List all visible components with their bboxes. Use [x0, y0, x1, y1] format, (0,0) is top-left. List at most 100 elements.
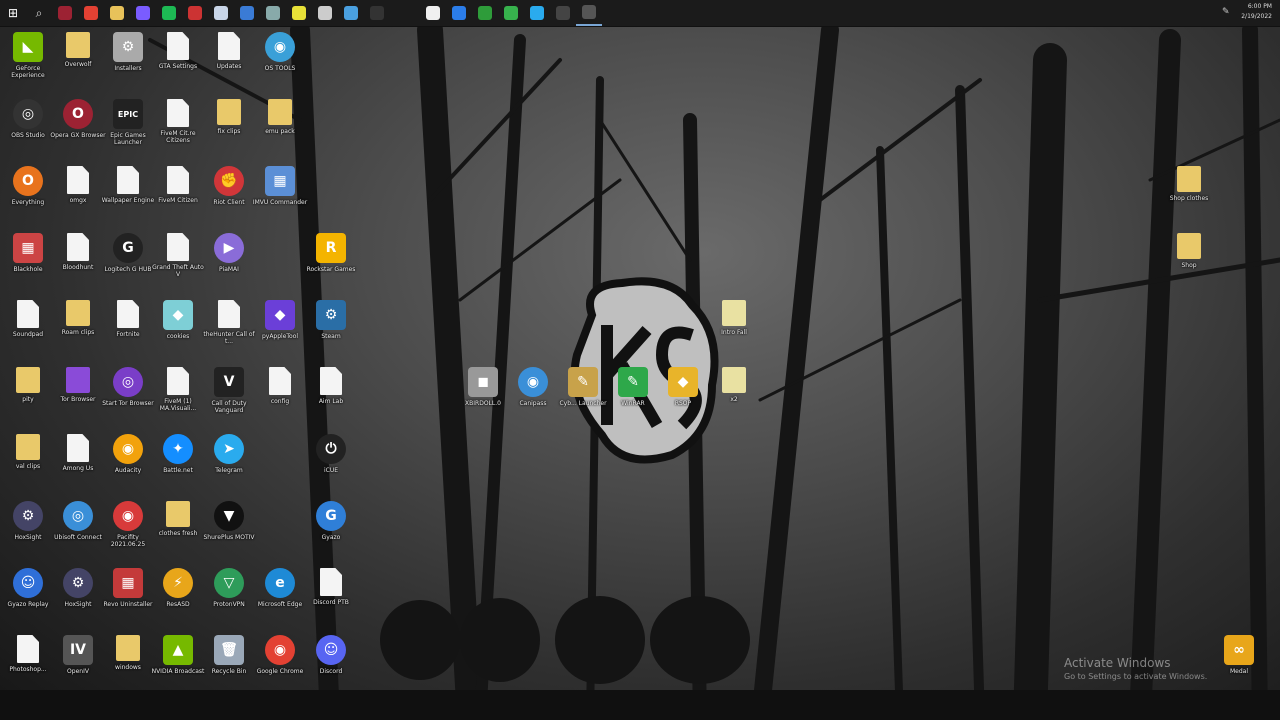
desktop-icon-roam-clips[interactable]: Roam clips [50, 298, 106, 362]
desktop-icon-emu-pack[interactable]: emu pack [252, 97, 308, 161]
taskbar-windows-start-button[interactable]: ⊞ [0, 0, 26, 26]
steam-icon [214, 6, 228, 20]
desktop-icon-aim-lab[interactable]: Aim Lab [303, 365, 359, 429]
desktop-icon-fivem-citizen[interactable]: FiveM Citizen [150, 164, 206, 228]
desktop-icon-revo-uninstaller[interactable]: ▦ Revo Uninstaller [100, 566, 156, 630]
desktop-icon-discord-ptb[interactable]: Discord PTB [303, 566, 359, 630]
desktop-icon-recycle-bin[interactable]: 🗑 Recycle Bin [201, 633, 257, 697]
desktop-icon-pyappletool[interactable]: ◆ pyAppleTool [252, 298, 308, 362]
desktop-icon-os-tools[interactable]: ◉ OS TOOLS [252, 30, 308, 94]
desktop-icon-clothes-fresh[interactable]: clothes fresh [150, 499, 206, 563]
desktop-icon-shureplus-motiv[interactable]: ▼ ShurePlus MOTIV [201, 499, 257, 563]
desktop-icon-fix-clips[interactable]: fix clips [201, 97, 257, 161]
desktop-icon-among-us[interactable]: Among Us [50, 432, 106, 496]
desktop-icon-config[interactable]: config [252, 365, 308, 429]
taskbar-app-dark-round-button[interactable] [550, 0, 576, 26]
taskbar-clock[interactable]: 6:00 PM 2/19/2022 [1241, 2, 1272, 22]
desktop-icon-medal[interactable]: ∞ Medal [1211, 633, 1267, 697]
taskbar-app-circle-button[interactable] [312, 0, 338, 26]
desktop-icon-overwolf[interactable]: Overwolf [50, 30, 106, 94]
desktop-icon-gyazo[interactable]: G Gyazo [303, 499, 359, 563]
taskbar-file-explorer-button[interactable] [104, 0, 130, 26]
taskbar-app-green-round-button[interactable] [498, 0, 524, 26]
desktop-icon-logitech-g-hub[interactable]: G Logitech G HUB [100, 231, 156, 295]
taskbar-app-triangle-button[interactable] [446, 0, 472, 26]
desktop-icon-shop[interactable]: Shop [1161, 231, 1217, 295]
desktop-icon-intro-fall[interactable]: Intro Fall [706, 298, 762, 362]
taskbar-app-red-button[interactable] [52, 0, 78, 26]
desktop-icon-installers[interactable]: ⚙ Installers [100, 30, 156, 94]
desktop-icon-protonvpn[interactable]: ▽ ProtonVPN [201, 566, 257, 630]
desktop-icon-grand-theft-auto-v[interactable]: Grand Theft Auto V [150, 231, 206, 295]
desktop-icon-audacity[interactable]: ◉ Audacity [100, 432, 156, 496]
desktop-icon-riot-client[interactable]: ✊ Riot Client [201, 164, 257, 228]
canipass-icon: ◉ [518, 367, 548, 397]
desktop-icon-start-tor-browser[interactable]: ◎ Start Tor Browser [100, 365, 156, 429]
taskbar-telegram-button[interactable] [524, 0, 550, 26]
desktop-icon-opera-gx-browser[interactable]: O Opera GX Browser [50, 97, 106, 161]
taskbar-chrome-button[interactable] [78, 0, 104, 26]
desktop-icon-rsop[interactable]: ◆ RSOP [655, 365, 711, 429]
desktop-icon-winrar[interactable]: ✎ WinRAR [605, 365, 661, 429]
desktop-icon-call-of-duty-vanguard[interactable]: V Call of Duty Vanguard [201, 365, 257, 429]
desktop-icon-bloodhunt[interactable]: Bloodhunt [50, 231, 106, 295]
desktop-icon-icue[interactable]: ⏻ iCUE [303, 432, 359, 496]
taskbar-steam-button[interactable] [208, 0, 234, 26]
tray-pen-icon[interactable]: ✎ [1222, 7, 1232, 17]
desktop-icon-blackhole[interactable]: ▦ Blackhole [0, 231, 56, 295]
taskbar-search-button[interactable]: ⌕ [26, 0, 52, 26]
desktop-icon-xbirdoll-0[interactable]: ◼ XBIRDOLL.0 [455, 365, 511, 429]
desktop-icon-gta-settings[interactable]: GTA Settings [150, 30, 206, 94]
desktop-icon-thehunter-call-of-t[interactable]: theHunter Call of t... [201, 298, 257, 362]
desktop-icon-steam[interactable]: ⚙ Steam [303, 298, 359, 362]
desktop-icon-pity[interactable]: pity [0, 365, 56, 429]
taskbar-app-blue-button[interactable] [234, 0, 260, 26]
taskbar-spotify-button[interactable] [156, 0, 182, 26]
desktop-icon-hoxsight[interactable]: ⚙ HoxSight [50, 566, 106, 630]
desktop-icon-cyb-launcher[interactable]: ✎ Cyb... Launcher [555, 365, 611, 429]
desktop-icon-wallpaper-engine[interactable]: Wallpaper Engine [100, 164, 156, 228]
desktop-icon-val-clips[interactable]: val clips [0, 432, 56, 496]
desktop-icon-google-chrome[interactable]: ◉ Google Chrome [252, 633, 308, 697]
desktop-icon-epic-games-launcher[interactable]: EPIC Epic Games Launcher [100, 97, 156, 161]
taskbar-app-yellow-button[interactable] [286, 0, 312, 26]
desktop-icon-pacifity-2021-06-25[interactable]: ◉ Pacifity 2021.06.25 [100, 499, 156, 563]
desktop-icon-ubisoft-connect[interactable]: ◎ Ubisoft Connect [50, 499, 106, 563]
desktop-icon-obs-studio[interactable]: ◎ OBS Studio [0, 97, 56, 161]
desktop-icon-photoshop[interactable]: Photoshop... [0, 633, 56, 697]
taskbar-app-tile-button[interactable] [182, 0, 208, 26]
desktop-icon-fortnite[interactable]: Fortnite [100, 298, 156, 362]
desktop-icon-tor-browser[interactable]: Tor Browser [50, 365, 106, 429]
desktop-icon-canipass[interactable]: ◉ Canipass [505, 365, 561, 429]
desktop-icon-nvidia-broadcast[interactable]: ▲ NVIDIA Broadcast [150, 633, 206, 697]
desktop-icon-cookies[interactable]: ◆ cookies [150, 298, 206, 362]
desktop-icon-microsoft-edge[interactable]: e Microsoft Edge [252, 566, 308, 630]
desktop-icon-hoxsight[interactable]: ⚙ HoxSight [0, 499, 56, 563]
taskbar-app-active-button[interactable] [576, 0, 602, 26]
taskbar-app-green-square-button[interactable] [472, 0, 498, 26]
desktop-icon-gyazo-replay[interactable]: ☺ Gyazo Replay [0, 566, 56, 630]
desktop-icon-updates[interactable]: Updates [201, 30, 257, 94]
desktop-icon-telegram[interactable]: ➤ Telegram [201, 432, 257, 496]
desktop-icon-imvu-commander[interactable]: ▦ IMVU Commander [252, 164, 308, 228]
desktop-icon-rockstar-games[interactable]: R Rockstar Games [303, 231, 359, 295]
desktop-icon-openiv[interactable]: IV OpenIV [50, 633, 106, 697]
desktop-icon-battle-net[interactable]: ✦ Battle.net [150, 432, 206, 496]
desktop-icon-piamai[interactable]: ▶ PiaMAI [201, 231, 257, 295]
desktop-icon-fivem-1-ma-visuali[interactable]: FiveM (1) MA.Visuali... [150, 365, 206, 429]
desktop-icon-windows[interactable]: windows [100, 633, 156, 697]
taskbar-app-shield-button[interactable] [364, 0, 390, 26]
taskbar-app-check-button[interactable] [338, 0, 364, 26]
desktop-icon-x2[interactable]: x2 [706, 365, 762, 429]
desktop-icon-fivem-cit-re-citizens[interactable]: FiveM Cit.re Citizens [150, 97, 206, 161]
taskbar-document-button[interactable] [420, 0, 446, 26]
taskbar-app-gray-button[interactable] [260, 0, 286, 26]
desktop-icon-omgx[interactable]: omgx [50, 164, 106, 228]
desktop-icon-shop-clothes[interactable]: Shop clothes [1161, 164, 1217, 228]
desktop-icon-soundpad[interactable]: Soundpad [0, 298, 56, 362]
desktop-icon-discord[interactable]: ☺ Discord [303, 633, 359, 697]
desktop-icon-everything[interactable]: O Everything [0, 164, 56, 228]
taskbar-app-purple-button[interactable] [130, 0, 156, 26]
desktop-icon-geforce-experience[interactable]: ◣ GeForce Experience [0, 30, 56, 94]
desktop-icon-resasd[interactable]: ⚡ ResASD [150, 566, 206, 630]
